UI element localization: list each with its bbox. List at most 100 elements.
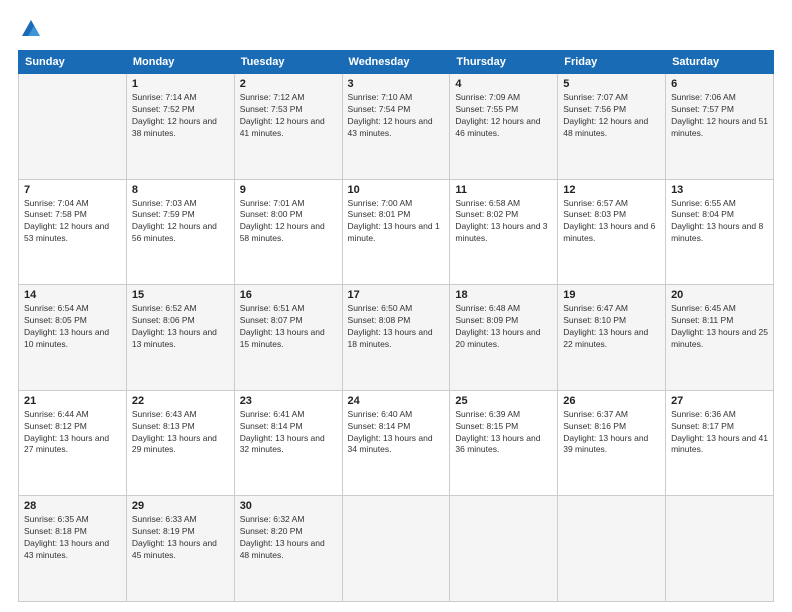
calendar-cell: 18 Sunrise: 6:48 AMSunset: 8:09 PMDayligh… bbox=[450, 285, 558, 391]
day-info: Sunrise: 7:00 AMSunset: 8:01 PMDaylight:… bbox=[348, 198, 445, 246]
day-number: 9 bbox=[240, 184, 337, 196]
day-info: Sunrise: 6:41 AMSunset: 8:14 PMDaylight:… bbox=[240, 409, 337, 457]
day-info: Sunrise: 7:12 AMSunset: 7:53 PMDaylight:… bbox=[240, 92, 337, 140]
calendar-cell: 12 Sunrise: 6:57 AMSunset: 8:03 PMDayligh… bbox=[558, 179, 666, 285]
calendar-cell: 4 Sunrise: 7:09 AMSunset: 7:55 PMDaylight… bbox=[450, 74, 558, 180]
calendar-cell: 2 Sunrise: 7:12 AMSunset: 7:53 PMDaylight… bbox=[234, 74, 342, 180]
day-info: Sunrise: 7:14 AMSunset: 7:52 PMDaylight:… bbox=[132, 92, 229, 140]
calendar-week-row: 7 Sunrise: 7:04 AMSunset: 7:58 PMDaylight… bbox=[19, 179, 774, 285]
day-info: Sunrise: 7:03 AMSunset: 7:59 PMDaylight:… bbox=[132, 198, 229, 246]
weekday-header-wednesday: Wednesday bbox=[342, 51, 450, 74]
calendar-cell: 17Sunrise: 6:50 AMSunset: 8:08 PMDayligh… bbox=[342, 285, 450, 391]
day-number: 8 bbox=[132, 184, 229, 196]
day-number: 18 bbox=[455, 289, 552, 301]
calendar-cell: 3 Sunrise: 7:10 AMSunset: 7:54 PMDaylight… bbox=[342, 74, 450, 180]
day-number: 20 bbox=[671, 289, 768, 301]
day-info: Sunrise: 6:43 AMSunset: 8:13 PMDaylight:… bbox=[132, 409, 229, 457]
calendar-cell: 25Sunrise: 6:39 AMSunset: 8:15 PMDayligh… bbox=[450, 390, 558, 496]
day-info: Sunrise: 7:07 AMSunset: 7:56 PMDaylight:… bbox=[563, 92, 660, 140]
day-info: Sunrise: 6:35 AMSunset: 8:18 PMDaylight:… bbox=[24, 514, 121, 562]
calendar-cell: 21 Sunrise: 6:44 AMSunset: 8:12 PMDayligh… bbox=[19, 390, 127, 496]
calendar-cell: 23 Sunrise: 6:41 AMSunset: 8:14 PMDayligh… bbox=[234, 390, 342, 496]
weekday-header-monday: Monday bbox=[126, 51, 234, 74]
day-number: 7 bbox=[24, 184, 121, 196]
day-info: Sunrise: 6:48 AMSunset: 8:09 PMDaylight:… bbox=[455, 303, 552, 351]
day-info: Sunrise: 6:32 AMSunset: 8:20 PMDaylight:… bbox=[240, 514, 337, 562]
calendar-cell: 6Sunrise: 7:06 AMSunset: 7:57 PMDaylight… bbox=[666, 74, 774, 180]
day-info: Sunrise: 6:47 AMSunset: 8:10 PMDaylight:… bbox=[563, 303, 660, 351]
header bbox=[18, 18, 774, 40]
calendar-cell bbox=[558, 496, 666, 602]
calendar-cell: 5 Sunrise: 7:07 AMSunset: 7:56 PMDaylight… bbox=[558, 74, 666, 180]
calendar-header-row: SundayMondayTuesdayWednesdayThursdayFrid… bbox=[19, 51, 774, 74]
day-number: 28 bbox=[24, 500, 121, 512]
calendar-cell: 24 Sunrise: 6:40 AMSunset: 8:14 PMDayligh… bbox=[342, 390, 450, 496]
weekday-header-friday: Friday bbox=[558, 51, 666, 74]
day-info: Sunrise: 6:57 AMSunset: 8:03 PMDaylight:… bbox=[563, 198, 660, 246]
calendar-cell: 22 Sunrise: 6:43 AMSunset: 8:13 PMDayligh… bbox=[126, 390, 234, 496]
logo bbox=[18, 18, 42, 40]
calendar-cell: 14Sunrise: 6:54 AMSunset: 8:05 PMDayligh… bbox=[19, 285, 127, 391]
calendar-week-row: 21 Sunrise: 6:44 AMSunset: 8:12 PMDayligh… bbox=[19, 390, 774, 496]
day-number: 23 bbox=[240, 395, 337, 407]
calendar-cell: 7 Sunrise: 7:04 AMSunset: 7:58 PMDaylight… bbox=[19, 179, 127, 285]
calendar-cell: 29Sunrise: 6:33 AMSunset: 8:19 PMDayligh… bbox=[126, 496, 234, 602]
day-number: 22 bbox=[132, 395, 229, 407]
calendar-cell: 8 Sunrise: 7:03 AMSunset: 7:59 PMDaylight… bbox=[126, 179, 234, 285]
weekday-header-saturday: Saturday bbox=[666, 51, 774, 74]
day-info: Sunrise: 7:10 AMSunset: 7:54 PMDaylight:… bbox=[348, 92, 445, 140]
day-number: 5 bbox=[563, 78, 660, 90]
day-info: Sunrise: 7:01 AMSunset: 8:00 PMDaylight:… bbox=[240, 198, 337, 246]
calendar-cell: 16Sunrise: 6:51 AMSunset: 8:07 PMDayligh… bbox=[234, 285, 342, 391]
calendar-cell: 26 Sunrise: 6:37 AMSunset: 8:16 PMDayligh… bbox=[558, 390, 666, 496]
calendar-cell: 19Sunrise: 6:47 AMSunset: 8:10 PMDayligh… bbox=[558, 285, 666, 391]
day-info: Sunrise: 6:58 AMSunset: 8:02 PMDaylight:… bbox=[455, 198, 552, 246]
day-number: 4 bbox=[455, 78, 552, 90]
calendar-cell bbox=[450, 496, 558, 602]
calendar-cell bbox=[19, 74, 127, 180]
day-number: 30 bbox=[240, 500, 337, 512]
day-info: Sunrise: 6:55 AMSunset: 8:04 PMDaylight:… bbox=[671, 198, 768, 246]
day-number: 12 bbox=[563, 184, 660, 196]
calendar-cell: 11 Sunrise: 6:58 AMSunset: 8:02 PMDayligh… bbox=[450, 179, 558, 285]
day-number: 15 bbox=[132, 289, 229, 301]
day-info: Sunrise: 7:04 AMSunset: 7:58 PMDaylight:… bbox=[24, 198, 121, 246]
day-number: 11 bbox=[455, 184, 552, 196]
day-info: Sunrise: 6:44 AMSunset: 8:12 PMDaylight:… bbox=[24, 409, 121, 457]
day-info: Sunrise: 6:52 AMSunset: 8:06 PMDaylight:… bbox=[132, 303, 229, 351]
day-info: Sunrise: 7:09 AMSunset: 7:55 PMDaylight:… bbox=[455, 92, 552, 140]
day-info: Sunrise: 6:54 AMSunset: 8:05 PMDaylight:… bbox=[24, 303, 121, 351]
calendar-cell: 1 Sunrise: 7:14 AMSunset: 7:52 PMDaylight… bbox=[126, 74, 234, 180]
calendar-week-row: 28 Sunrise: 6:35 AMSunset: 8:18 PMDayligh… bbox=[19, 496, 774, 602]
day-number: 1 bbox=[132, 78, 229, 90]
calendar-week-row: 14Sunrise: 6:54 AMSunset: 8:05 PMDayligh… bbox=[19, 285, 774, 391]
calendar-cell bbox=[666, 496, 774, 602]
day-number: 26 bbox=[563, 395, 660, 407]
day-info: Sunrise: 6:37 AMSunset: 8:16 PMDaylight:… bbox=[563, 409, 660, 457]
calendar-cell: 30 Sunrise: 6:32 AMSunset: 8:20 PMDayligh… bbox=[234, 496, 342, 602]
calendar-cell: 9 Sunrise: 7:01 AMSunset: 8:00 PMDaylight… bbox=[234, 179, 342, 285]
day-number: 16 bbox=[240, 289, 337, 301]
calendar-cell bbox=[342, 496, 450, 602]
day-number: 2 bbox=[240, 78, 337, 90]
day-info: Sunrise: 6:33 AMSunset: 8:19 PMDaylight:… bbox=[132, 514, 229, 562]
weekday-header-sunday: Sunday bbox=[19, 51, 127, 74]
calendar-cell: 27 Sunrise: 6:36 AMSunset: 8:17 PMDayligh… bbox=[666, 390, 774, 496]
day-number: 21 bbox=[24, 395, 121, 407]
day-number: 10 bbox=[348, 184, 445, 196]
calendar-cell: 10 Sunrise: 7:00 AMSunset: 8:01 PMDayligh… bbox=[342, 179, 450, 285]
calendar-cell: 13Sunrise: 6:55 AMSunset: 8:04 PMDayligh… bbox=[666, 179, 774, 285]
day-info: Sunrise: 6:45 AMSunset: 8:11 PMDaylight:… bbox=[671, 303, 768, 351]
day-number: 25 bbox=[455, 395, 552, 407]
calendar-table: SundayMondayTuesdayWednesdayThursdayFrid… bbox=[18, 50, 774, 602]
day-number: 17 bbox=[348, 289, 445, 301]
day-info: Sunrise: 6:36 AMSunset: 8:17 PMDaylight:… bbox=[671, 409, 768, 457]
day-info: Sunrise: 7:06 AMSunset: 7:57 PMDaylight:… bbox=[671, 92, 768, 140]
day-number: 24 bbox=[348, 395, 445, 407]
day-number: 27 bbox=[671, 395, 768, 407]
day-number: 3 bbox=[348, 78, 445, 90]
weekday-header-thursday: Thursday bbox=[450, 51, 558, 74]
weekday-header-tuesday: Tuesday bbox=[234, 51, 342, 74]
day-info: Sunrise: 6:40 AMSunset: 8:14 PMDaylight:… bbox=[348, 409, 445, 457]
logo-text bbox=[18, 18, 42, 40]
